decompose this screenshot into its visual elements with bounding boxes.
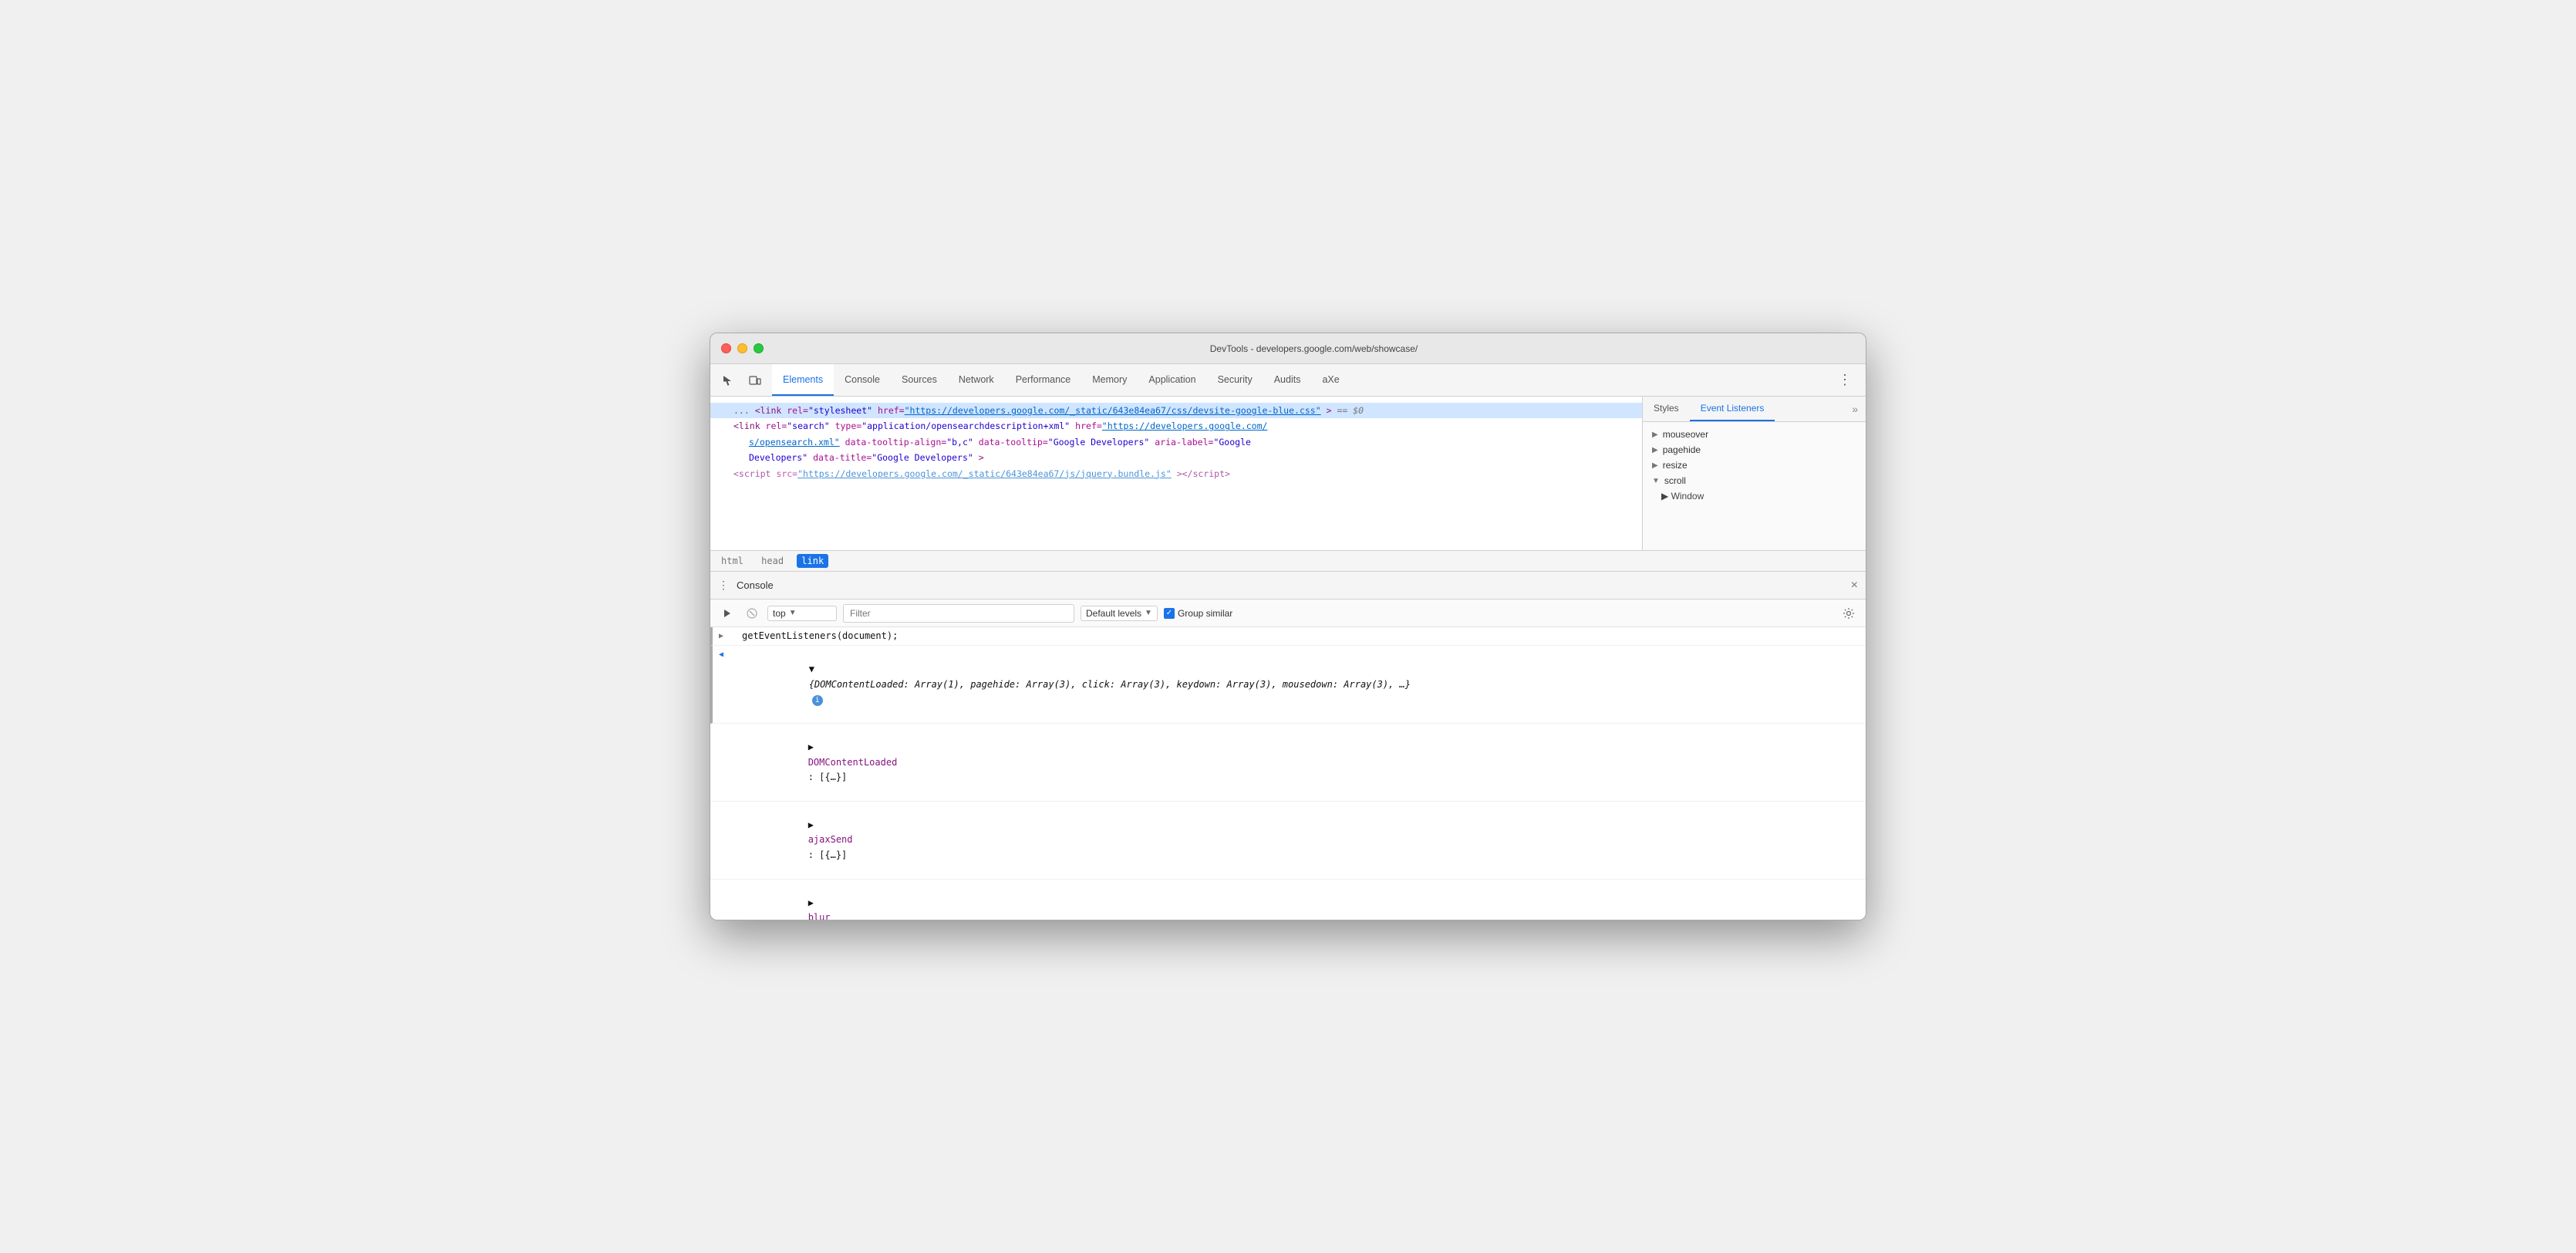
context-selector[interactable]: top ▼ <box>767 606 837 621</box>
tab-network[interactable]: Network <box>948 364 1005 396</box>
right-panel: Styles Event Listeners » ▶ mouseover ▶ p… <box>1642 397 1866 550</box>
minimize-button[interactable] <box>737 343 747 353</box>
event-list: ▶ mouseover ▶ pagehide ▶ resize ▼ scroll <box>1643 422 1866 550</box>
event-mouseover[interactable]: ▶ mouseover <box>1643 427 1866 442</box>
elements-panel: ... <link rel="stylesheet" href="https:/… <box>710 397 1866 551</box>
event-scroll-window[interactable]: ▶ Window <box>1643 488 1866 504</box>
console-menu-icon[interactable]: ⋮ <box>718 579 729 592</box>
chevron-right-icon: ▶ <box>1652 431 1658 439</box>
main-area: ... <link rel="stylesheet" href="https:/… <box>710 397 1866 920</box>
group-similar-checkbox[interactable]: ✓ <box>1164 608 1175 619</box>
tab-performance[interactable]: Performance <box>1005 364 1082 396</box>
context-dropdown-arrow: ▼ <box>789 609 797 617</box>
tab-bar-icons <box>716 364 766 396</box>
run-button[interactable] <box>718 604 737 623</box>
console-section: ⋮ Console × top ▼ Default levels <box>710 572 1866 920</box>
tab-bar: Elements Console Sources Network Perform… <box>710 364 1866 397</box>
right-tab-more[interactable]: » <box>1844 397 1866 421</box>
right-tabs: Styles Event Listeners » <box>1643 397 1866 422</box>
console-output[interactable]: ▶ getEventListeners(document); ◀ ▼ {DOMC… <box>710 627 1866 920</box>
filter-input[interactable] <box>843 604 1074 623</box>
dom-line-link1[interactable]: ... <link rel="stylesheet" href="https:/… <box>710 403 1642 418</box>
chevron-down-icon: ▼ <box>1652 477 1660 485</box>
console-title: Console <box>737 579 1843 591</box>
breadcrumb-bar: html head link <box>710 551 1866 572</box>
output-arrow-icon: ◀ <box>719 649 723 661</box>
dom-tree[interactable]: ... <link rel="stylesheet" href="https:/… <box>710 397 1642 550</box>
tab-application[interactable]: Application <box>1138 364 1206 396</box>
info-badge: i <box>812 695 823 706</box>
console-entry-output: ◀ ▼ {DOMContentLoaded: Array(1), pagehid… <box>710 646 1866 724</box>
device-toggle-icon[interactable] <box>744 370 766 391</box>
tree-ajaxsend: ▶ ajaxSend : [{…}] <box>710 802 1866 880</box>
levels-dropdown-arrow: ▼ <box>1145 609 1152 617</box>
tab-console[interactable]: Console <box>834 364 891 396</box>
tab-elements[interactable]: Elements <box>772 364 834 396</box>
console-entry-input: ▶ getEventListeners(document); <box>710 627 1866 646</box>
maximize-button[interactable] <box>754 343 764 353</box>
event-pagehide[interactable]: ▶ pagehide <box>1643 442 1866 458</box>
close-button[interactable] <box>721 343 731 353</box>
dom-line-link2b[interactable]: s/opensearch.xml" data-tooltip-align="b,… <box>710 434 1642 450</box>
stop-button[interactable] <box>743 604 761 623</box>
console-close-button[interactable]: × <box>1851 579 1858 593</box>
levels-label: Default levels <box>1086 608 1141 619</box>
devtools-window: DevTools - developers.google.com/web/sho… <box>710 333 1866 920</box>
tree-domcontentloaded: ▶ DOMContentLoaded : [{…}] <box>710 724 1866 802</box>
event-resize[interactable]: ▶ resize <box>1643 458 1866 473</box>
console-input-text: getEventListeners(document); <box>742 629 1860 643</box>
chevron-right-icon: ▶ <box>1652 446 1658 454</box>
more-tabs-button[interactable]: ⋮ <box>1830 364 1860 396</box>
cursor-icon[interactable] <box>716 370 738 391</box>
event-scroll[interactable]: ▼ scroll <box>1643 473 1866 488</box>
dom-line-link2[interactable]: <link rel="search" type="application/ope… <box>710 418 1642 434</box>
dom-line-link2c[interactable]: Developers" data-title="Google Developer… <box>710 450 1642 465</box>
tab-axe[interactable]: aXe <box>1311 364 1350 396</box>
tree-blur: ▶ blur : [{…}] <box>710 880 1866 920</box>
breadcrumb-html[interactable]: html <box>716 554 748 568</box>
console-toolbar: top ▼ Default levels ▼ ✓ Group similar <box>710 599 1866 627</box>
console-header: ⋮ Console × <box>710 572 1866 599</box>
window-title: DevTools - developers.google.com/web/sho… <box>773 343 1855 354</box>
traffic-lights <box>721 343 764 353</box>
console-output-text: ▼ {DOMContentLoaded: Array(1), pagehide:… <box>742 647 1860 721</box>
levels-selector[interactable]: Default levels ▼ <box>1081 606 1158 621</box>
tab-security[interactable]: Security <box>1207 364 1263 396</box>
tab-audits[interactable]: Audits <box>1263 364 1312 396</box>
tab-event-listeners[interactable]: Event Listeners <box>1690 397 1775 421</box>
input-arrow-icon: ▶ <box>719 630 723 643</box>
tab-sources[interactable]: Sources <box>891 364 948 396</box>
tab-memory[interactable]: Memory <box>1081 364 1138 396</box>
breadcrumb-head[interactable]: head <box>757 554 788 568</box>
dom-line-script[interactable]: <script src="https://developers.google.c… <box>710 466 1642 481</box>
breadcrumb-link[interactable]: link <box>797 554 828 568</box>
title-bar: DevTools - developers.google.com/web/sho… <box>710 333 1866 364</box>
group-similar-label: Group similar <box>1178 608 1232 619</box>
chevron-right-icon: ▶ <box>1652 461 1658 470</box>
settings-icon[interactable] <box>1839 604 1858 623</box>
context-label: top <box>773 608 786 619</box>
group-similar-toggle[interactable]: ✓ Group similar <box>1164 608 1232 619</box>
tab-styles[interactable]: Styles <box>1643 397 1690 421</box>
